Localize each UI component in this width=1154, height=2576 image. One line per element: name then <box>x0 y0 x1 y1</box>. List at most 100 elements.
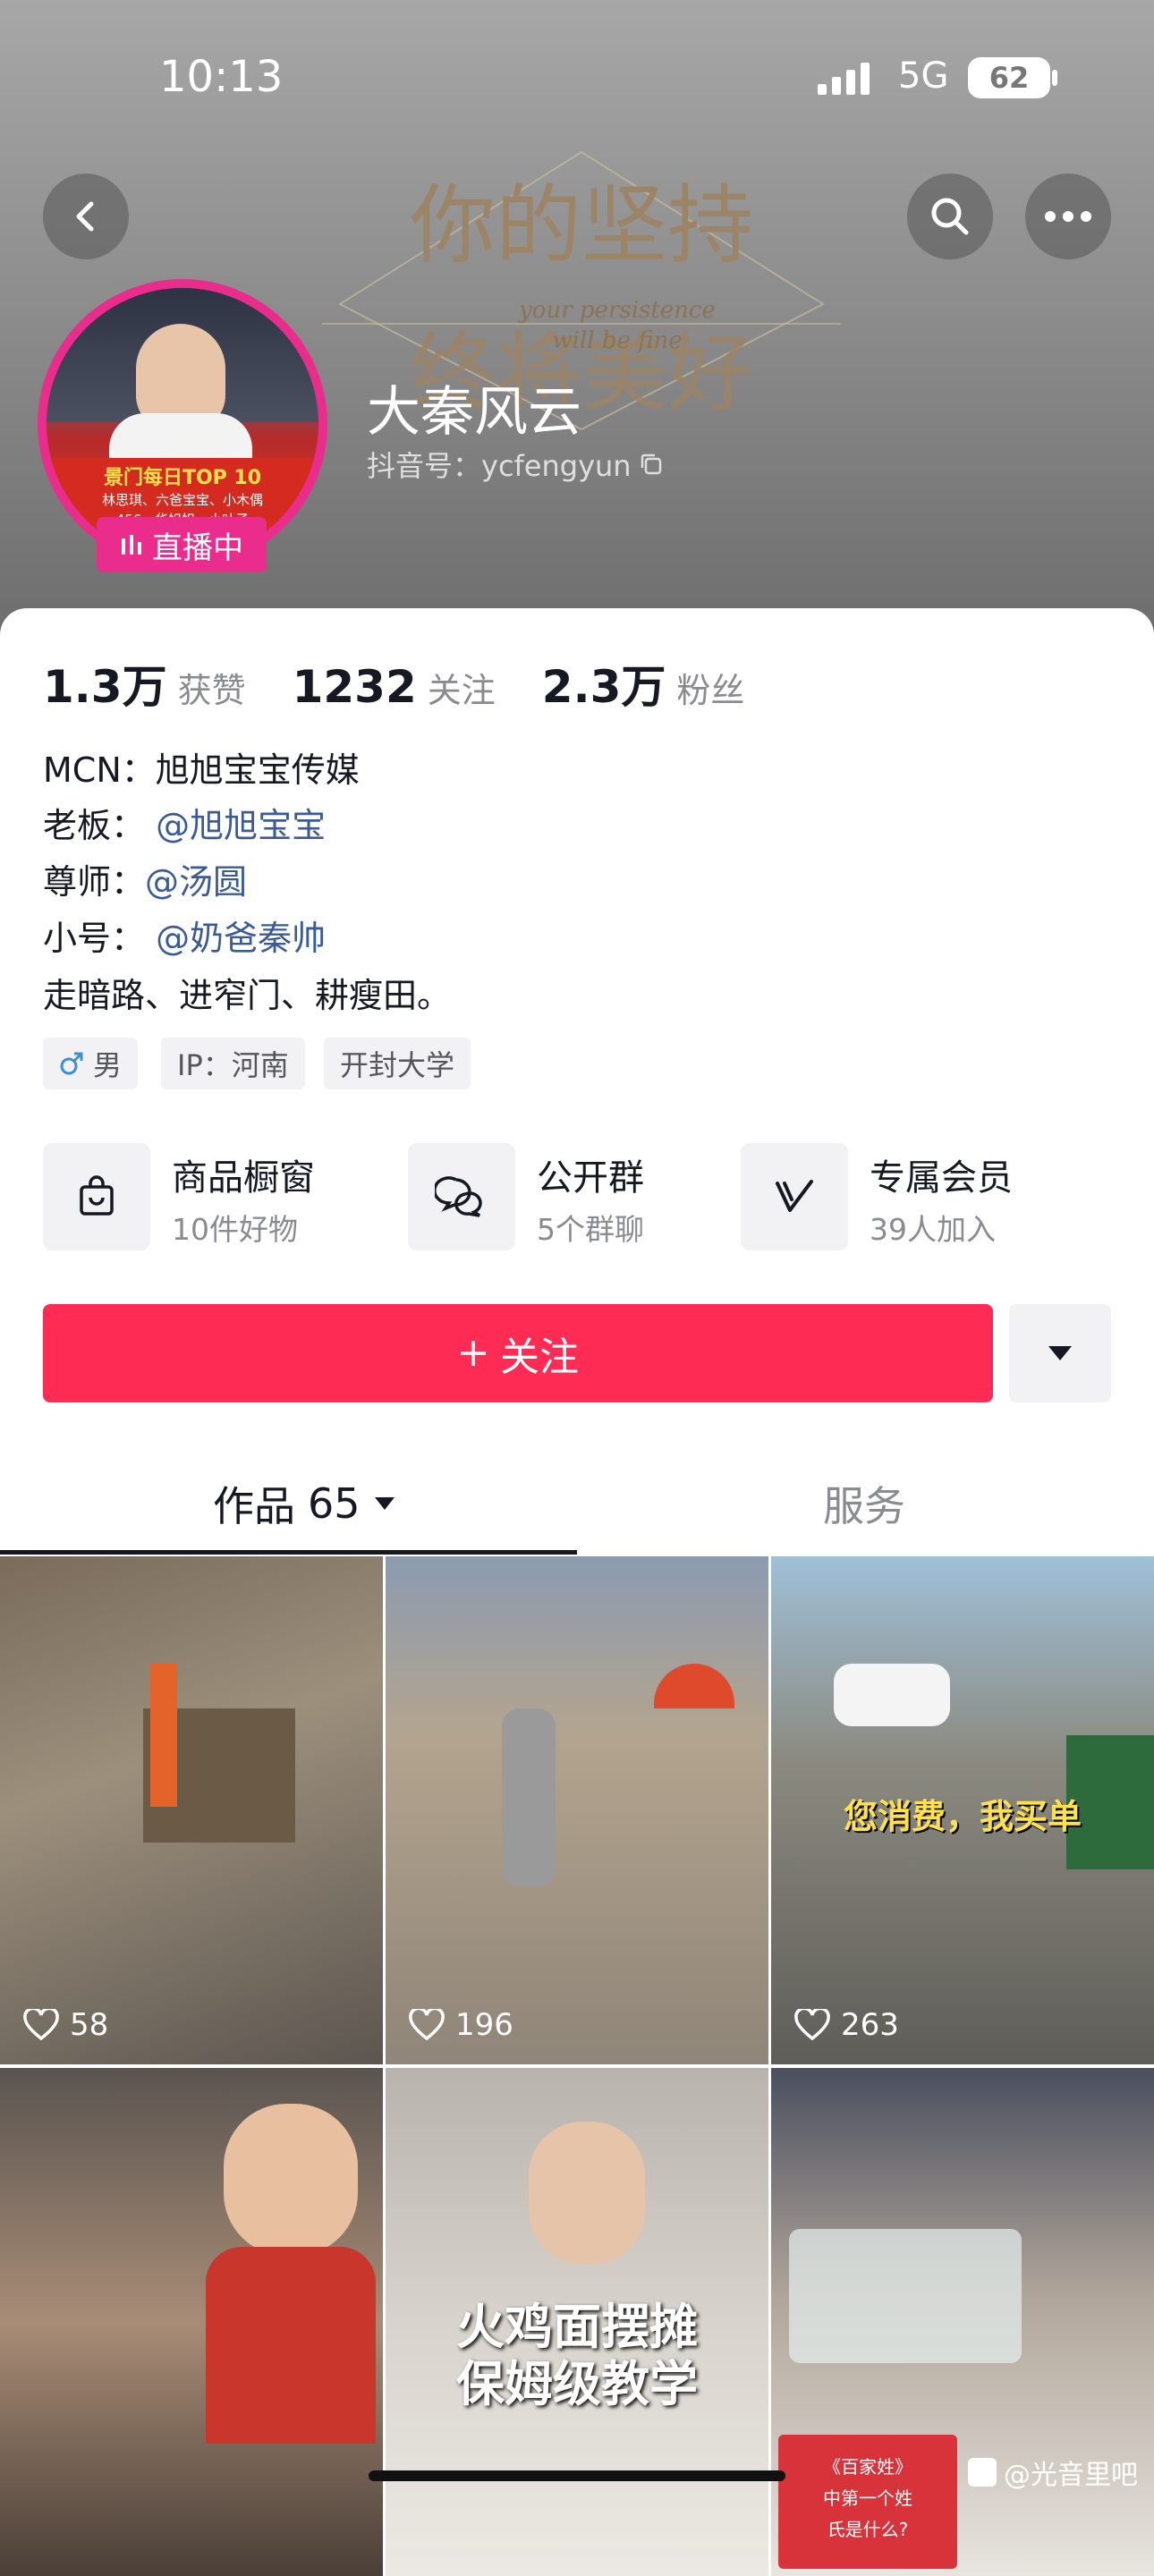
service-membership[interactable]: 专属会员 39人加入 <box>741 1143 1063 1252</box>
back-button[interactable] <box>43 174 129 259</box>
video-caption: 火鸡面摆摊 保姆级教学 <box>386 2299 768 2413</box>
status-time: 10:13 <box>159 52 284 102</box>
alt-account-mention-link[interactable]: @奶爸秦帅 <box>156 919 326 958</box>
like-count: 263 <box>794 2007 899 2043</box>
bio-alt-account: 小号： @奶爸秦帅 <box>43 911 326 960</box>
watermark-text: @光音里吧 <box>1004 2460 1138 2491</box>
bio-mcn-value: 旭旭宝宝传媒 <box>155 750 360 790</box>
battery-icon: 62 <box>968 57 1050 98</box>
video-thumbnail[interactable]: 196 <box>386 1556 768 2064</box>
live-bars-icon <box>122 535 141 555</box>
copy-icon[interactable] <box>639 452 664 477</box>
home-indicator[interactable] <box>369 2470 785 2481</box>
caret-down-icon <box>1048 1346 1072 1360</box>
service-subtitle: 10件好物 <box>172 1212 298 1247</box>
card-line1: 《百家姓》 <box>823 2456 912 2478</box>
video-thumbnail[interactable]: 您消费，我买单 263 <box>771 1556 1154 2064</box>
plus-icon <box>461 1341 486 1366</box>
gender-tag: 男 <box>43 1038 139 1089</box>
male-icon <box>60 1052 83 1075</box>
car-shape <box>834 1664 950 1726</box>
like-count: 196 <box>409 2007 513 2043</box>
tab-works[interactable]: 作品 65 <box>213 1474 396 1533</box>
likes-count[interactable]: 1.3万 <box>43 651 167 716</box>
battery-level: 62 <box>989 61 1030 95</box>
more-dots-icon <box>1045 211 1091 222</box>
tab-service[interactable]: 服务 <box>823 1474 905 1533</box>
like-count-value: 263 <box>841 2007 899 2043</box>
search-button[interactable] <box>907 174 993 259</box>
bio-boss-prefix: 老板： <box>43 806 146 845</box>
avatar-names-1: 林思琪、六爸宝宝、小木偶 <box>101 492 263 508</box>
video-thumbnail[interactable]: 《百家姓》 中第一个姓 氏是什么? <box>771 2068 1154 2576</box>
like-count-value: 196 <box>455 2007 513 2043</box>
container-shape <box>789 2229 1022 2363</box>
worker-shape <box>150 1664 177 1807</box>
bio-alt-prefix: 小号： <box>43 919 146 958</box>
watermark-logo-icon <box>968 2458 997 2487</box>
umbrella-shape <box>654 1664 734 1708</box>
follow-button[interactable]: 关注 <box>43 1304 993 1402</box>
recommend-dropdown-button[interactable] <box>1009 1304 1111 1402</box>
banner-en2: will be fine <box>552 327 683 354</box>
heart-icon <box>23 2009 59 2041</box>
ip-tag: IP：河南 <box>161 1038 305 1089</box>
followers-count[interactable]: 2.3万 <box>542 651 666 716</box>
video-caption: 您消费，我买单 <box>843 1797 1082 1836</box>
group-chat-icon <box>408 1143 515 1250</box>
membership-icon <box>741 1143 848 1250</box>
tab-works-count: 65 <box>308 1479 361 1528</box>
followers-label: 粉丝 <box>676 671 745 710</box>
tab-works-label: 作品 <box>213 1482 295 1530</box>
avatar-top-title: 景门每日TOP 10 <box>103 467 262 489</box>
service-subtitle: 39人加入 <box>870 1212 996 1247</box>
follow-label: 关注 <box>500 1335 579 1380</box>
following-count[interactable]: 1232 <box>293 661 417 713</box>
service-shop-window[interactable]: 商品橱窗 10件好物 <box>43 1143 365 1252</box>
caret-down-icon <box>374 1497 395 1510</box>
like-count-value: 58 <box>70 2007 109 2043</box>
bio-mentor-prefix: 尊师： <box>43 862 146 902</box>
video-thumbnail[interactable] <box>0 2068 383 2576</box>
video-caption-line2: 保姆级教学 <box>456 2356 698 2412</box>
signal-icon <box>818 63 870 95</box>
bio-mentor: 尊师：@汤圆 <box>43 854 247 903</box>
school-tag[interactable]: 开封大学 <box>324 1038 471 1089</box>
school-label: 开封大学 <box>340 1048 455 1082</box>
battery-tip <box>1052 70 1057 86</box>
bio-boss: 老板： @旭旭宝宝 <box>43 798 326 847</box>
douyin-id[interactable]: 抖音号：ycfengyun <box>367 444 664 485</box>
boss-mention-link[interactable]: @旭旭宝宝 <box>156 806 326 845</box>
nickname: 大秦风云 <box>367 381 581 444</box>
bio-mcn-prefix: MCN： <box>43 750 156 790</box>
stats-row: 1.3万 获赞 1232 关注 2.3万 粉丝 <box>43 651 791 716</box>
bio-motto: 走暗路、进窄门、耕瘦田。 <box>43 976 452 1015</box>
live-label: 直播中 <box>152 530 243 566</box>
card-line2: 中第一个姓 <box>823 2487 912 2509</box>
child-face-shape <box>224 2104 358 2256</box>
like-count: 58 <box>23 2007 108 2043</box>
chevron-left-icon <box>76 201 94 232</box>
child-shirt-shape <box>206 2247 376 2444</box>
video-thumbnail[interactable]: 58 <box>0 1556 383 2064</box>
mentor-mention-link[interactable]: @汤圆 <box>145 862 247 902</box>
network-type: 5G <box>898 55 949 97</box>
heart-icon <box>794 2009 830 2041</box>
video-thumbnail[interactable]: 火鸡面摆摊 保姆级教学 <box>386 2068 768 2576</box>
tab-underline <box>0 1550 577 1555</box>
service-title: 专属会员 <box>870 1157 1013 1199</box>
service-title: 公开群 <box>537 1157 644 1199</box>
bio-mcn: MCN：旭旭宝宝传媒 <box>43 742 360 792</box>
more-options-button[interactable] <box>1025 174 1111 259</box>
card-line3: 氏是什么? <box>827 2519 909 2540</box>
following-label: 关注 <box>427 671 496 710</box>
card-shape: 《百家姓》 中第一个姓 氏是什么? <box>778 2435 957 2569</box>
watermark: @光音里吧 <box>968 2453 1138 2492</box>
ip-label: IP：河南 <box>177 1048 289 1082</box>
service-public-group[interactable]: 公开群 5个群聊 <box>408 1143 730 1252</box>
heart-icon <box>409 2009 445 2041</box>
person-face-shape <box>529 2122 645 2265</box>
search-icon <box>931 198 969 235</box>
service-title: 商品橱窗 <box>172 1157 315 1199</box>
live-badge[interactable]: 直播中 <box>97 517 267 572</box>
